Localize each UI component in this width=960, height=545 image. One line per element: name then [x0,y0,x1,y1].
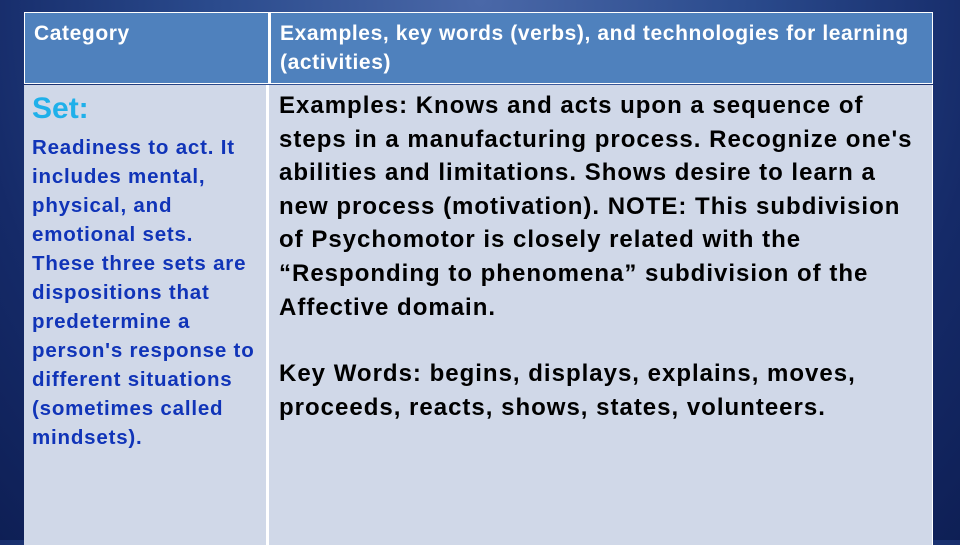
table-row-set: Set: Readiness to act. It includes menta… [24,85,933,545]
header-category-label: Category [34,22,130,45]
header-cell-category: Category [24,12,269,84]
header-cell-examples: Examples, key words (verbs), and technol… [269,12,933,84]
key-words-text: Key Words: begins, displays, explains, m… [279,360,856,421]
header-examples-label: Examples, key words (verbs), and technol… [280,22,909,74]
category-description: Readiness to act. It includes mental, ph… [32,136,255,449]
examples-text: Examples: Knows and acts upon a sequence… [279,92,913,321]
examples-cell: Examples: Knows and acts upon a sequence… [269,85,933,545]
table-header-row: Category Examples, key words (verbs), an… [24,12,933,84]
category-title: Set: [32,92,89,125]
category-cell: Set: Readiness to act. It includes menta… [24,85,269,545]
